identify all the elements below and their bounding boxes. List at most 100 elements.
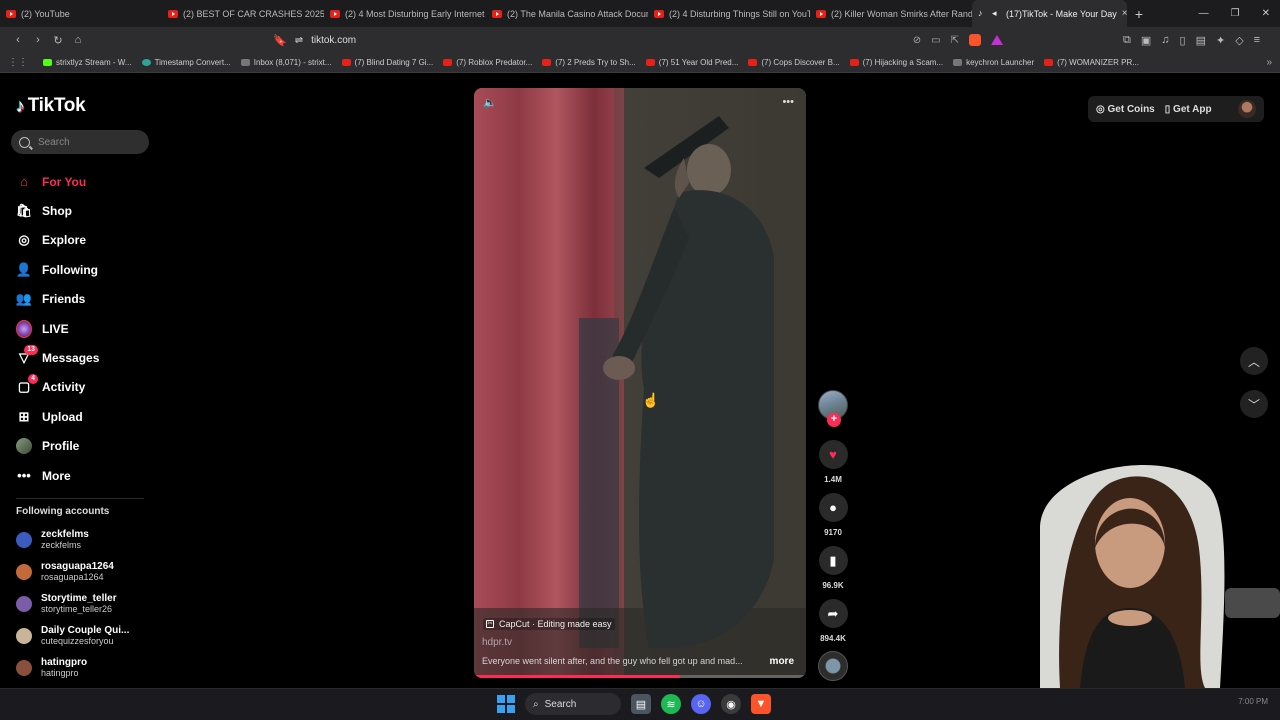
tiktok-logo[interactable]: ♪ TikTok xyxy=(16,95,86,117)
bookmark-item[interactable]: Inbox (8,071) - strixt... xyxy=(236,58,337,67)
bookmark-favicon-icon xyxy=(542,59,552,66)
capcut-tag[interactable]: ✂ CapCut · Editing made easy xyxy=(483,618,615,630)
bookmark-item[interactable]: (7) Blind Dating 7 Gi... xyxy=(337,58,439,67)
following-icon: 👤 xyxy=(15,261,33,277)
no-media-icon[interactable]: ⊘ xyxy=(913,35,921,46)
video-player[interactable]: 🔈 ••• ✂ CapCut · Editing made easy hdpr.… xyxy=(474,88,806,678)
following-account[interactable]: rosaguapa1264 rosaguapa1264 xyxy=(16,556,129,588)
bookmarks-overflow-icon[interactable]: » xyxy=(1266,57,1272,68)
search-input[interactable] xyxy=(38,136,138,148)
nav-item-following[interactable]: 👤 Following xyxy=(16,255,99,284)
nav-item-messages[interactable]: ▽ 13 Messages xyxy=(16,343,99,372)
bookmark-item[interactable]: (7) Hijacking a Scam... xyxy=(845,58,948,67)
browser-tab[interactable]: (2) 4 Disturbing Things Still on YouTu xyxy=(648,0,810,27)
screenshot-icon[interactable]: ▣ xyxy=(1141,34,1151,47)
search-box[interactable] xyxy=(11,130,149,154)
nav-item-live[interactable]: LIVE xyxy=(16,314,99,343)
forward-icon[interactable]: › xyxy=(28,34,48,46)
bookmark-item[interactable]: strixtlyz Stream - W... xyxy=(38,58,137,67)
spotify-icon[interactable]: ≋ xyxy=(661,694,681,714)
sidebar-icon[interactable]: ▯ xyxy=(1180,34,1186,47)
nav-item-profile[interactable]: Profile xyxy=(16,432,99,461)
bookmark-favicon-icon xyxy=(43,59,52,66)
video-progress-bar[interactable] xyxy=(474,675,806,678)
video-author[interactable]: hdpr.tv xyxy=(482,637,512,648)
obs-icon[interactable]: ◉ xyxy=(721,694,741,714)
menu-icon[interactable]: ≡ xyxy=(1254,34,1260,47)
share-icon[interactable]: ⇱ xyxy=(951,35,959,46)
maximize-button[interactable]: ❐ xyxy=(1231,8,1240,19)
url-text[interactable]: tiktok.com xyxy=(311,35,356,46)
brave-rewards-icon[interactable] xyxy=(991,35,1003,45)
brave-browser-icon[interactable]: ▼ xyxy=(751,694,771,714)
save-button[interactable]: ▮ xyxy=(818,546,848,575)
nav-item-upload[interactable]: ⊞ Upload xyxy=(16,402,99,431)
minimize-button[interactable]: — xyxy=(1199,8,1209,19)
bookmark-item[interactable]: (7) WOMANIZER PR... xyxy=(1039,58,1144,67)
bookmark-icon[interactable]: 🔖 xyxy=(273,34,287,47)
browser-tab[interactable]: (2) Killer Woman Smirks After Rando xyxy=(810,0,972,27)
bookmark-item[interactable]: (7) 51 Year Old Pred... xyxy=(641,58,744,67)
bookmark-item[interactable]: (7) Roblox Predator... xyxy=(438,58,537,67)
nav-item-for-you[interactable]: ⌂ For You xyxy=(16,167,99,196)
volume-icon[interactable]: 🔈 xyxy=(483,96,497,109)
taskbar-search[interactable]: ⌕ Search xyxy=(525,693,621,715)
bookmark-item[interactable]: (7) 2 Preds Try to Sh... xyxy=(537,58,640,67)
vpn-icon[interactable]: ◇ xyxy=(1235,34,1243,47)
windows-start-icon[interactable] xyxy=(497,695,515,713)
wallet-icon[interactable]: ▤ xyxy=(1196,34,1206,47)
browser-tab-active[interactable]: ♪ ◂ (17)TikTok - Make Your Day × xyxy=(972,0,1127,27)
following-account[interactable]: hatingpro hatingpro xyxy=(16,652,129,684)
next-video-button[interactable]: ﹀ xyxy=(1240,390,1268,418)
previous-video-button[interactable]: ︿ xyxy=(1240,347,1268,375)
caption-more-button[interactable]: more xyxy=(770,656,794,667)
back-icon[interactable]: ‹ xyxy=(8,34,28,46)
brave-shields-icon[interactable] xyxy=(969,34,981,46)
nav-item-activity[interactable]: ▢ 4 Activity xyxy=(16,373,99,402)
comment-button[interactable]: ● xyxy=(818,493,848,522)
following-account[interactable]: Storytime_teller storytime_teller26 xyxy=(16,588,129,620)
following-account[interactable]: zeckfelms zeckfelms xyxy=(16,524,129,556)
bookmark-item[interactable]: Timestamp Convert... xyxy=(137,58,236,67)
file-explorer-icon[interactable]: ▤ xyxy=(631,694,651,714)
get-app-button[interactable]: ▯ Get App xyxy=(1165,104,1212,115)
nav-item-friends[interactable]: 👥 Friends xyxy=(16,285,99,314)
apps-grid-icon[interactable]: ⋮⋮ xyxy=(8,57,28,68)
follow-plus-icon[interactable]: + xyxy=(827,413,841,427)
reload-icon[interactable]: ↻ xyxy=(48,34,68,47)
following-accounts-list: zeckfelms zeckfelms rosaguapa1264 rosaguapa… xyxy=(16,524,129,684)
more-options-icon[interactable]: ••• xyxy=(782,96,794,108)
speaker-icon[interactable]: ◂ xyxy=(992,9,1001,18)
get-coins-button[interactable]: ◎ Get Coins xyxy=(1096,104,1155,115)
browser-tab[interactable]: (2) 4 Most Disturbing Early Internet xyxy=(324,0,486,27)
save-action: ▮ 96.9K xyxy=(818,546,848,591)
user-avatar[interactable] xyxy=(1238,100,1256,118)
music-icon[interactable]: ♫ xyxy=(1161,34,1169,47)
creator-avatar[interactable]: + xyxy=(818,390,848,427)
browser-tab[interactable]: (2) The Manila Casino Attack Docum xyxy=(486,0,648,27)
like-button[interactable]: ♥ xyxy=(818,440,848,469)
browser-tab[interactable]: (2) YouTube xyxy=(0,0,162,27)
nav-item-explore[interactable]: ◎ Explore xyxy=(16,226,99,255)
discord-icon[interactable]: ☺ xyxy=(691,694,711,714)
music-disc[interactable] xyxy=(818,651,848,681)
bookmark-item[interactable]: (7) Cops Discover B... xyxy=(743,58,844,67)
shop-icon: 🛍 xyxy=(15,203,33,219)
nav-item-shop[interactable]: 🛍 Shop xyxy=(16,196,99,225)
account-username: hatingpro xyxy=(41,668,79,678)
new-tab-button[interactable]: + xyxy=(1127,6,1151,22)
leo-icon[interactable]: ✦ xyxy=(1216,34,1225,47)
nav-item-more[interactable]: ••• More xyxy=(16,461,99,490)
notification-badge: 4 xyxy=(28,374,38,385)
site-settings-icon[interactable]: ⇌ xyxy=(295,35,303,46)
share-button[interactable]: ➦ xyxy=(818,599,848,628)
address-bar[interactable]: 🔖 ⇌ tiktok.com ⊘ ▭ ⇱ xyxy=(273,30,1003,50)
home-icon[interactable]: ⌂ xyxy=(68,34,88,46)
cast-icon[interactable]: ▭ xyxy=(931,35,940,46)
bookmark-item[interactable]: keychron Launcher xyxy=(948,58,1039,67)
extensions-icon[interactable]: ⧉ xyxy=(1123,34,1131,47)
browser-tab[interactable]: (2) BEST OF CAR CRASHES 2025 (so xyxy=(162,0,324,27)
video-frame xyxy=(474,88,806,678)
following-account[interactable]: Daily Couple Qui... cutequizzesforyou xyxy=(16,620,129,652)
close-window-button[interactable]: ✕ xyxy=(1262,8,1270,19)
